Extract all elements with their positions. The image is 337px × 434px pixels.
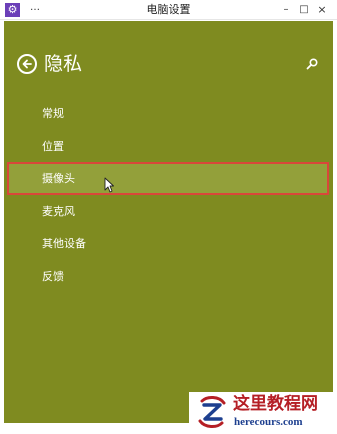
close-button[interactable]: × [314, 0, 330, 20]
nav-item-microphone[interactable]: 麦克风 [7, 195, 329, 228]
watermark-text: 这里教程网 [233, 394, 318, 414]
arrow-left-icon [22, 59, 32, 69]
settings-content: 隐私 常规 位置 摄像头 麦克风 其他设备 反馈 [4, 21, 333, 423]
search-icon[interactable] [305, 57, 319, 71]
nav-item-label: 反馈 [42, 270, 64, 283]
mouse-cursor-icon [104, 177, 114, 193]
gear-icon[interactable]: ⚙ [5, 3, 20, 17]
nav-item-other-devices[interactable]: 其他设备 [7, 227, 329, 260]
back-button[interactable] [17, 54, 37, 74]
title-bar[interactable]: ⚙ … 电脑设置 – □ × [0, 0, 337, 20]
system-menu-button[interactable]: … [30, 0, 40, 20]
watermark-logo-icon [198, 396, 226, 428]
watermark-url: herecours.com [234, 416, 303, 428]
watermark: 这里教程网 herecours.com [189, 392, 337, 434]
settings-window: ⚙ … 电脑设置 – □ × 隐私 常规 位置 摄像头 麦克风 其他设备 反馈 … [0, 0, 337, 434]
nav-item-label: 其他设备 [42, 237, 86, 250]
maximize-button[interactable]: □ [296, 0, 312, 20]
minimize-button[interactable]: – [278, 0, 294, 20]
nav-item-label: 位置 [42, 140, 64, 153]
nav-item-camera[interactable]: 摄像头 [7, 162, 329, 195]
nav-item-label: 常规 [42, 107, 64, 120]
nav-item-general[interactable]: 常规 [7, 97, 329, 130]
nav-item-feedback[interactable]: 反馈 [7, 260, 329, 293]
page-title: 隐私 [44, 53, 83, 75]
nav-item-label: 摄像头 [42, 172, 75, 185]
nav-item-label: 麦克风 [42, 205, 75, 218]
nav-item-location[interactable]: 位置 [7, 130, 329, 163]
